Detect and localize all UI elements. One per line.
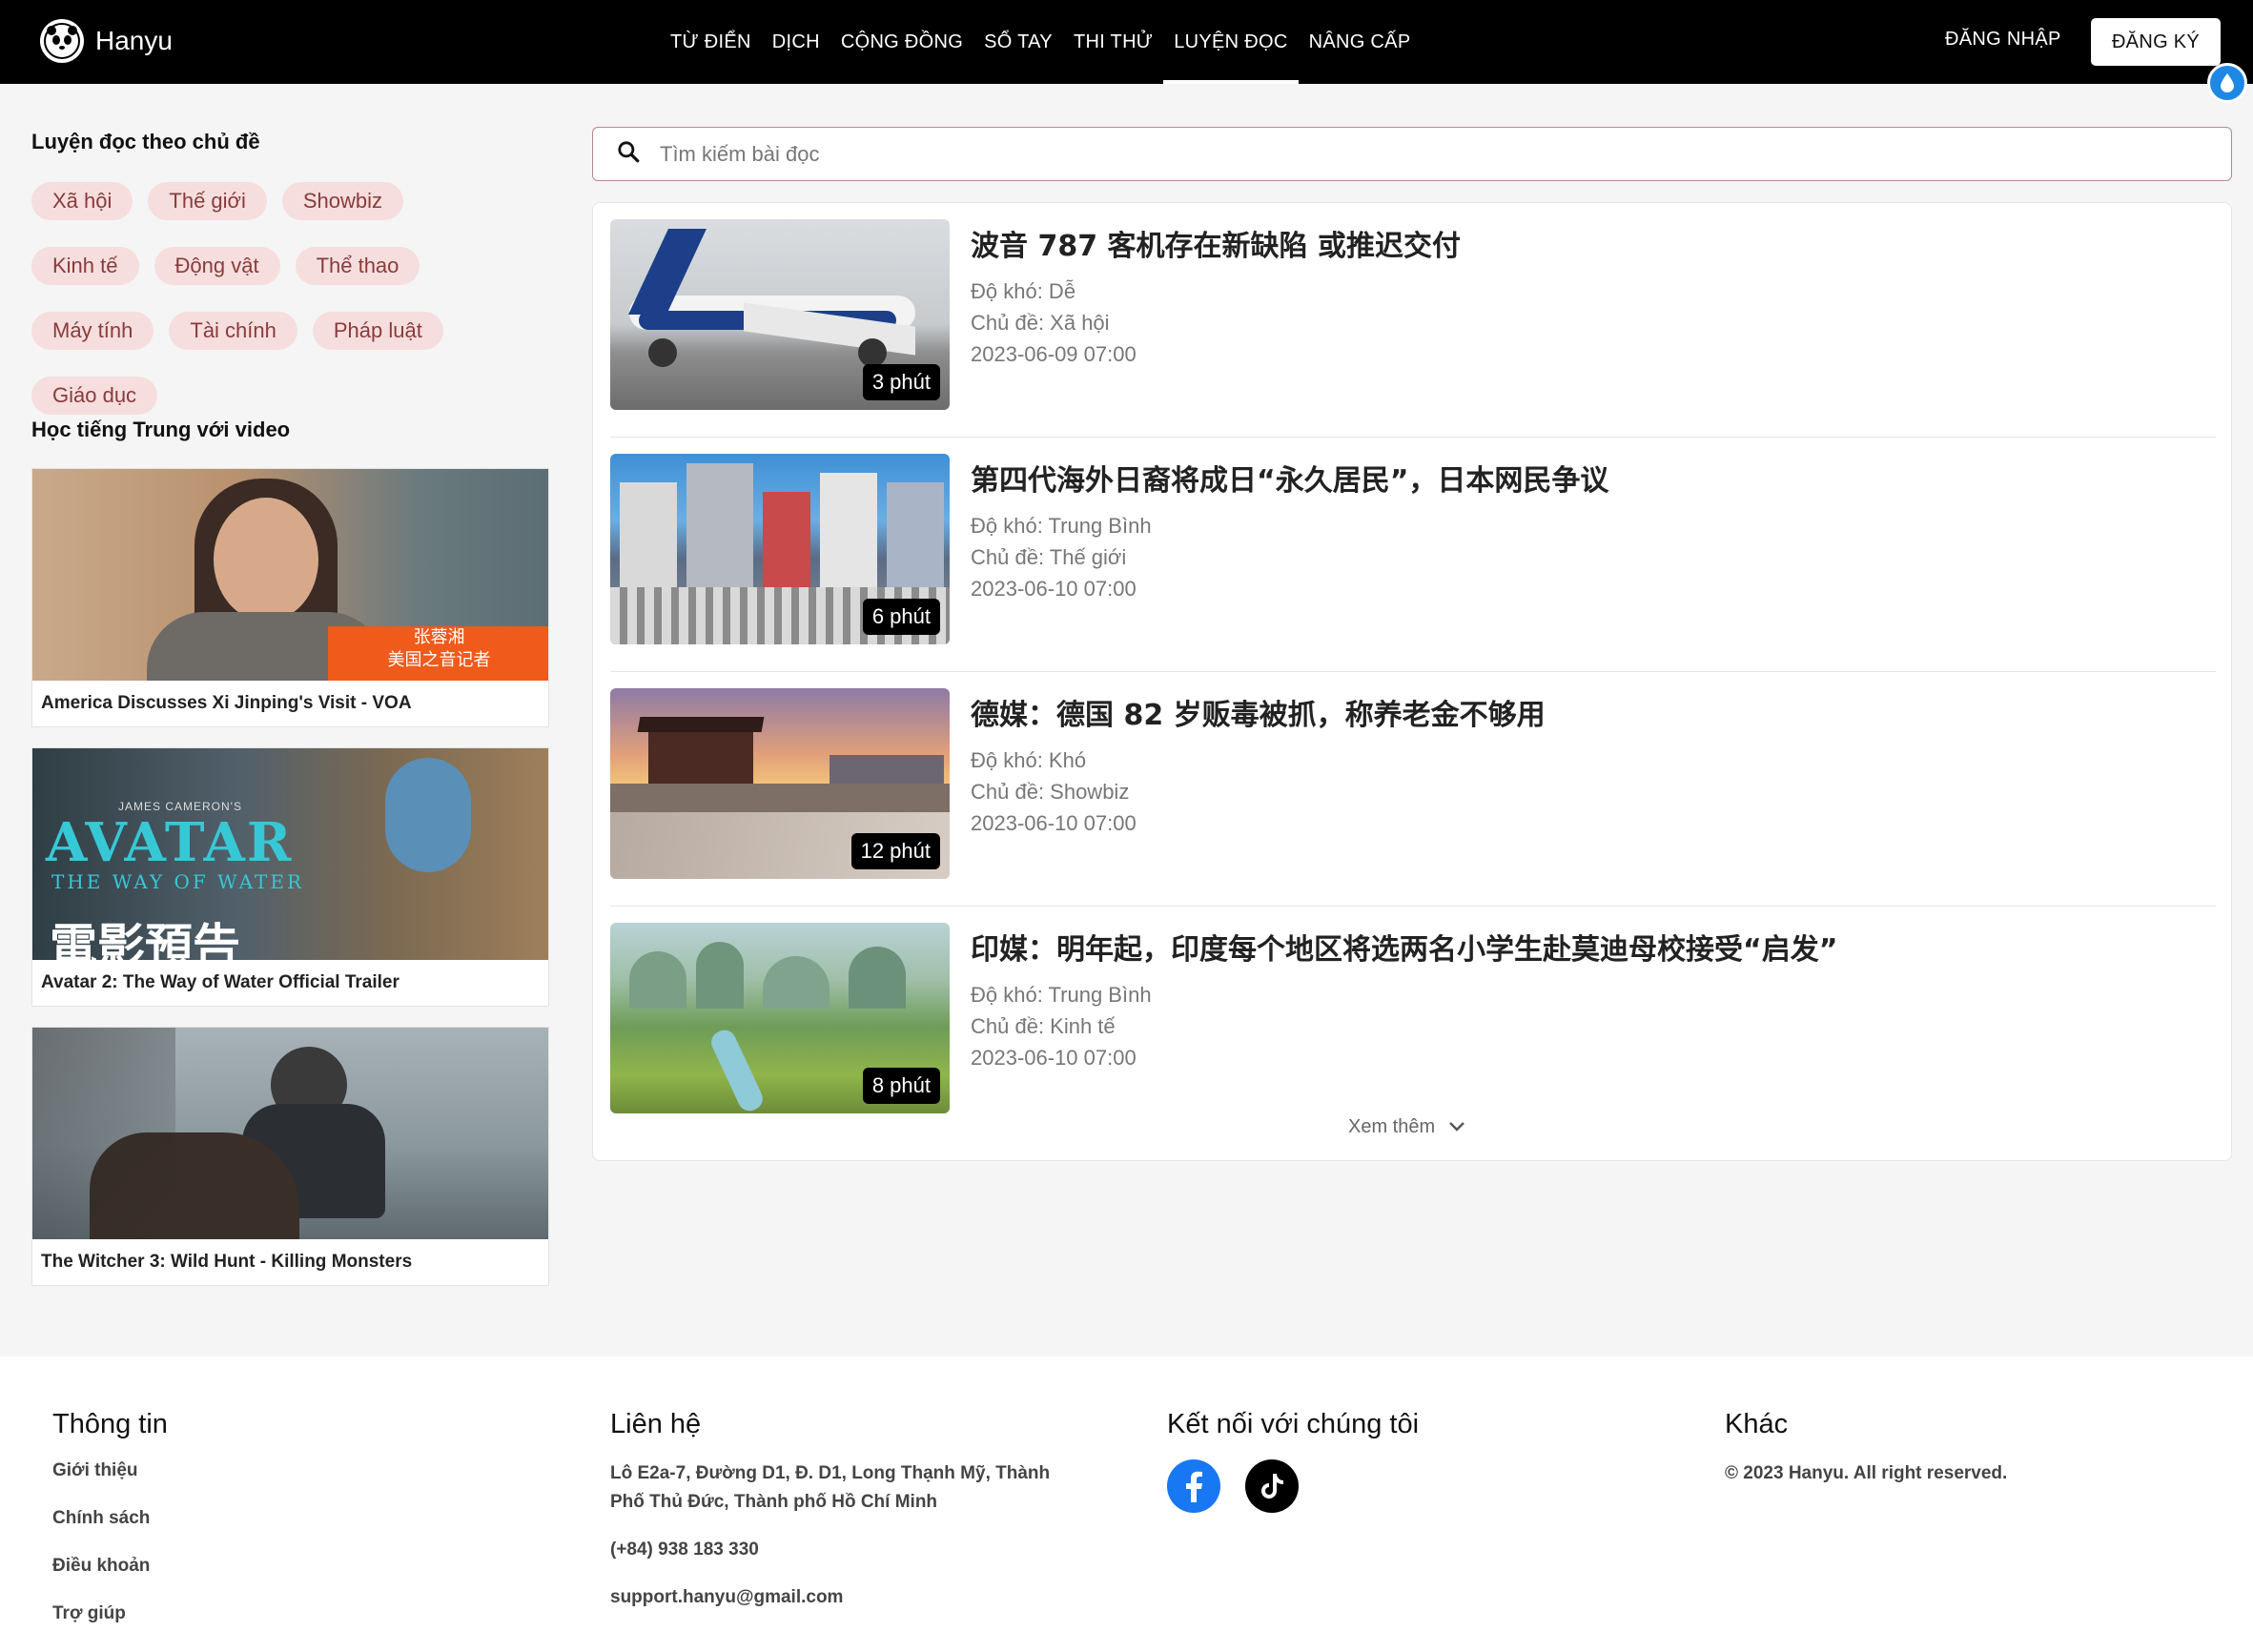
video-overlay-title: AVATAR [46,811,294,874]
footer-other-title: Khác [1725,1409,1789,1439]
footer-link-terms[interactable]: Điều khoản [52,1555,168,1578]
video-thumbnail[interactable]: JAMES CAMERON'S AVATAR THE WAY OF WATER … [32,748,548,960]
video-overlay-cn: 電影預告 [50,920,240,960]
tiktok-icon[interactable] [1245,1459,1299,1513]
footer-link-about[interactable]: Giới thiệu [52,1459,168,1482]
topics-title: Luyện đọc theo chủ đề [31,130,260,153]
topic-tag[interactable]: Thể thao [295,247,420,285]
topic-tag[interactable]: Kinh tế [31,247,139,285]
footer-info-title: Thông tin [52,1409,168,1439]
topic-tag[interactable]: Pháp luật [312,312,443,350]
footer-link-help[interactable]: Trợ giúp [52,1602,168,1625]
nav-dich[interactable]: DỊCH [762,0,830,84]
topic-tag[interactable]: Thế giới [148,182,267,220]
footer-address: Lô E2a-7, Đường D1, Đ. D1, Long Thạnh Mỹ… [610,1463,1051,1512]
article-difficulty: Độ khó: Dễ [971,279,1076,303]
footer-other: Khác © 2023 Hanyu. All right reserved. [1725,1409,2007,1507]
video-card[interactable]: The Witcher 3: Wild Hunt - Killing Monst… [31,1027,549,1286]
nav-nang-cap[interactable]: NÂNG CẤP [1299,0,1422,84]
top-navbar: Hanyu TỪ ĐIỂN DỊCH CỘNG ĐỒNG SỔ TAY THI … [0,0,2253,84]
footer-connect-title: Kết nối với chúng tôi [1167,1409,1420,1439]
duration-badge: 8 phút [862,1068,940,1104]
article-difficulty: Độ khó: Khó [971,748,1087,772]
article-thumbnail[interactable]: 6 phút [610,454,950,644]
footer-info: Thông tin Giới thiệu Chính sách Điều kho… [52,1409,168,1650]
duration-badge: 3 phút [862,364,940,400]
signup-button[interactable]: ĐĂNG KÝ [2091,18,2221,66]
main-nav: TỪ ĐIỂN DỊCH CỘNG ĐỒNG SỔ TAY THI THỬ LU… [660,0,1421,84]
search-input[interactable] [660,141,2090,167]
nav-cong-dong[interactable]: CỘNG ĐỒNG [830,0,973,84]
article-topic: Chủ đề: Xã hội [971,311,1110,335]
article-item[interactable]: 12 phút 德媒：德国 82 岁贩毒被抓，称养老金不够用 Độ khó: K… [610,672,2216,907]
search-bar[interactable] [592,127,2232,181]
footer-connect: Kết nối với chúng tôi [1167,1409,1419,1513]
video-card[interactable]: JAMES CAMERON'S AVATAR THE WAY OF WATER … [31,747,549,1007]
article-date: 2023-06-10 07:00 [971,811,1137,835]
article-thumbnail[interactable]: 8 phút [610,923,950,1113]
video-title[interactable]: America Discusses Xi Jinping's Visit - V… [32,681,548,726]
duration-badge: 12 phút [850,833,940,869]
article-topic: Chủ đề: Showbiz [971,780,1130,804]
article-title[interactable]: 印媒：明年起，印度每个地区将选两名小学生赴莫迪母校接受“启发” [971,926,1837,968]
logo[interactable]: Hanyu [40,19,173,63]
login-link[interactable]: ĐĂNG NHẬP [1945,29,2061,51]
video-title[interactable]: The Witcher 3: Wild Hunt - Killing Monst… [32,1239,548,1285]
article-date: 2023-06-10 07:00 [971,577,1137,601]
nav-thi-thu[interactable]: THI THỬ [1063,0,1163,84]
video-card[interactable]: 张蓉湘 美国之音记者 America Discusses Xi Jinping'… [31,468,549,727]
footer-contact-title: Liên hệ [610,1409,702,1439]
brand-name: Hanyu [95,26,173,55]
article-difficulty: Độ khó: Trung Bình [971,983,1152,1007]
article-item[interactable]: 6 phút 第四代海外日裔将成日“永久居民”，日本网民争议 Độ khó: T… [610,438,2216,672]
article-topic: Chủ đề: Kinh tế [971,1014,1116,1038]
video-title[interactable]: Avatar 2: The Way of Water Official Trai… [32,960,548,1006]
article-title[interactable]: 德媒：德国 82 岁贩毒被抓，称养老金不够用 [971,691,1546,733]
footer-copyright: © 2023 Hanyu. All right reserved. [1725,1463,2008,1483]
video-overlay-subtitle: THE WAY OF WATER [51,870,305,893]
article-date: 2023-06-10 07:00 [971,1046,1137,1070]
video-thumbnail[interactable] [32,1028,548,1239]
chevron-down-icon [1448,1116,1465,1138]
article-difficulty: Độ khó: Trung Bình [971,514,1152,538]
show-more-button[interactable]: Xem thêm [1348,1116,1465,1138]
topic-tag[interactable]: Xã hội [31,182,133,220]
show-more-label: Xem thêm [1348,1116,1436,1137]
footer-link-policy[interactable]: Chính sách [52,1507,168,1530]
article-item[interactable]: 8 phút 印媒：明年起，印度每个地区将选两名小学生赴莫迪母校接受“启发” Đ… [610,907,2216,1141]
video-thumbnail[interactable]: 张蓉湘 美国之音记者 [32,469,548,681]
article-list: 3 phút 波音 787 客机存在新缺陷 或推迟交付 Độ khó: Dễ C… [592,202,2232,1161]
footer: Thông tin Giới thiệu Chính sách Điều kho… [0,1356,2253,1652]
article-item[interactable]: 3 phút 波音 787 客机存在新缺陷 或推迟交付 Độ khó: Dễ C… [610,203,2216,438]
facebook-icon[interactable] [1167,1459,1220,1513]
footer-phone[interactable]: (+84) 938 183 330 [610,1536,1087,1564]
article-title[interactable]: 波音 787 客机存在新缺陷 或推迟交付 [971,222,1461,264]
nav-tu-dien[interactable]: TỪ ĐIỂN [660,0,762,84]
social-links [1167,1459,1419,1513]
search-icon [616,139,641,169]
footer-email[interactable]: support.hanyu@gmail.com [610,1583,1087,1612]
nav-so-tay[interactable]: SỔ TAY [973,0,1063,84]
topic-tag[interactable]: Tài chính [169,312,297,350]
topic-tag[interactable]: Showbiz [281,182,404,220]
topic-tag[interactable]: Máy tính [31,312,154,350]
article-title[interactable]: 第四代海外日裔将成日“永久居民”，日本网民争议 [971,457,1608,499]
footer-contact: Liên hệ Lô E2a-7, Đường D1, Đ. D1, Long … [610,1409,1087,1631]
video-overlay-text: 张蓉湘 美国之音记者 [328,626,548,681]
article-date: 2023-06-09 07:00 [971,342,1137,366]
article-topic: Chủ đề: Thế giới [971,545,1127,569]
article-thumbnail[interactable]: 12 phút [610,688,950,879]
article-thumbnail[interactable]: 3 phút [610,219,950,410]
duration-badge: 6 phút [862,599,940,635]
water-drop-icon[interactable] [2207,63,2247,103]
videos-title: Học tiếng Trung với video [31,418,291,441]
topic-tag[interactable]: Giáo dục [31,377,158,415]
topic-tags: Xã hội Thế giới Showbiz Kinh tế Động vật… [31,182,489,415]
nav-luyen-doc[interactable]: LUYỆN ĐỌC [1163,0,1299,84]
topic-tag[interactable]: Động vật [154,247,280,285]
panda-logo-icon [40,19,84,63]
